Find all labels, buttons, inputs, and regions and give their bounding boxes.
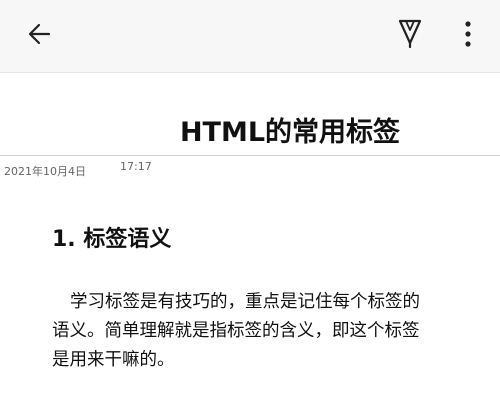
arrow-left-icon [28,23,51,45]
paragraph-line: 学习标签是有技巧的，重点是记住每个标签的 [70,292,420,312]
more-vertical-icon [465,21,471,47]
top-toolbar [0,0,500,73]
pen-button[interactable] [392,14,428,52]
body-paragraph: 学习标签是有技巧的，重点是记住每个标签的 语义。简单理解就是指标签的含义，即这个… [52,288,462,375]
section-heading: 1. 标签语义 [52,227,172,252]
more-options-button[interactable] [452,16,484,52]
back-button[interactable] [22,16,58,52]
paragraph-line: 是用来干嘛的。 [52,350,175,370]
pen-icon [398,19,422,49]
document-title: HTML的常用标签 [179,117,401,148]
document-time: 17:17 [120,160,152,173]
document-date: 2021年10月4日 [4,165,86,178]
title-divider [0,155,500,156]
paragraph-line: 语义。简单理解就是指标签的含义，即这个标签 [52,321,420,341]
